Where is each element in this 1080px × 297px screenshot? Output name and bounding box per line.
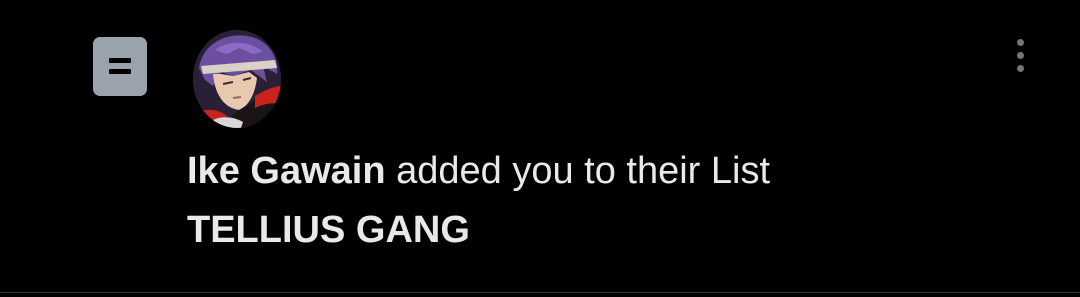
action-text: added you to their List	[385, 150, 771, 192]
user-avatar[interactable]	[193, 30, 281, 128]
more-vertical-icon	[1016, 51, 1024, 59]
list-icon	[93, 37, 147, 96]
list-name-link[interactable]: TELLIUS GANG	[187, 207, 470, 253]
more-vertical-icon	[1016, 64, 1024, 72]
more-vertical-icon	[1016, 38, 1024, 46]
divider	[0, 292, 1080, 293]
more-options-button[interactable]	[1006, 32, 1034, 78]
notification-message: Ike Gawain added you to their List	[187, 148, 770, 194]
list-notification[interactable]: Ike Gawain added you to their List TELLI…	[0, 0, 1080, 292]
user-name-link[interactable]: Ike Gawain	[187, 150, 386, 192]
